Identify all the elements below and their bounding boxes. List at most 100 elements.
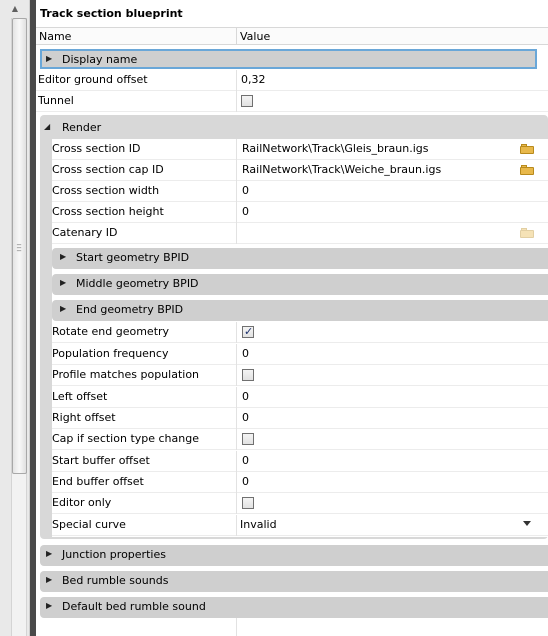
value-separator bbox=[236, 223, 237, 244]
value-column-line bbox=[236, 618, 237, 636]
special-curve-select[interactable]: Invalid bbox=[240, 518, 277, 531]
prop-catenary-id[interactable]: Catenary ID bbox=[52, 223, 548, 244]
expand-icon[interactable]: ▶ bbox=[60, 278, 66, 287]
cross-section-id-field[interactable]: RailNetwork\Track\Gleis_braun.igs bbox=[242, 142, 428, 155]
prop-label: Cap if section type change bbox=[52, 432, 199, 445]
prop-label: Cross section cap ID bbox=[52, 163, 164, 176]
checkmark-icon: ✓ bbox=[244, 325, 254, 338]
expand-icon[interactable]: ▶ bbox=[46, 54, 52, 63]
value-separator bbox=[236, 344, 237, 365]
name-column-header[interactable]: Name bbox=[39, 30, 71, 43]
prop-cap-if-section-type-change[interactable]: Cap if section type change bbox=[52, 429, 548, 450]
category-label: End geometry BPID bbox=[76, 303, 184, 316]
collapse-icon[interactable]: ◢ bbox=[44, 122, 50, 131]
browse-folder-icon[interactable] bbox=[520, 227, 534, 238]
category-label: Start geometry BPID bbox=[76, 251, 190, 264]
category-default-bed-rumble-sound[interactable]: ▶ Default bed rumble sound bbox=[40, 597, 548, 618]
value-separator bbox=[236, 387, 237, 408]
cross-section-height-field[interactable]: 0 bbox=[242, 205, 249, 218]
prop-label: Special curve bbox=[52, 518, 126, 531]
editor-ground-offset-field[interactable]: 0,32 bbox=[241, 73, 266, 86]
value-separator bbox=[236, 408, 237, 429]
prop-label: Population frequency bbox=[52, 347, 169, 360]
prop-cross-section-width[interactable]: Cross section width 0 bbox=[52, 181, 548, 202]
value-separator bbox=[236, 451, 237, 472]
population-frequency-field[interactable]: 0 bbox=[242, 347, 249, 360]
cap-if-section-type-change-checkbox[interactable] bbox=[242, 433, 254, 445]
value-separator bbox=[236, 70, 237, 91]
end-buffer-offset-field[interactable]: 0 bbox=[242, 475, 249, 488]
prop-cross-section-cap-id[interactable]: Cross section cap ID RailNetwork\Track\W… bbox=[52, 160, 548, 181]
category-label: Bed rumble sounds bbox=[62, 574, 169, 587]
prop-rotate-end-geometry[interactable]: Rotate end geometry ✓ bbox=[52, 322, 548, 343]
category-end-geometry[interactable]: ▶ End geometry BPID bbox=[52, 300, 548, 321]
property-grid: Track section blueprint Name Value ▶ Dis… bbox=[36, 0, 548, 636]
start-buffer-offset-field[interactable]: 0 bbox=[242, 454, 249, 467]
browse-folder-icon[interactable] bbox=[520, 143, 534, 154]
column-separator[interactable] bbox=[236, 28, 237, 45]
category-middle-geometry[interactable]: ▶ Middle geometry BPID bbox=[52, 274, 548, 295]
expand-icon[interactable]: ▶ bbox=[60, 252, 66, 261]
prop-label: Cross section width bbox=[52, 184, 160, 197]
value-separator bbox=[236, 202, 237, 223]
value-column-header[interactable]: Value bbox=[240, 30, 270, 43]
chevron-down-icon[interactable] bbox=[523, 521, 531, 526]
prop-label: Profile matches population bbox=[52, 368, 200, 381]
prop-label: End buffer offset bbox=[52, 475, 144, 488]
value-separator bbox=[236, 515, 237, 536]
category-junction-properties[interactable]: ▶ Junction properties bbox=[40, 545, 548, 566]
editor-only-checkbox[interactable] bbox=[242, 497, 254, 509]
expand-icon[interactable]: ▶ bbox=[60, 304, 66, 313]
prop-label: Left offset bbox=[52, 390, 108, 403]
value-separator bbox=[236, 365, 237, 386]
expand-icon[interactable]: ▶ bbox=[46, 601, 52, 610]
prop-special-curve[interactable]: Special curve Invalid bbox=[52, 515, 548, 536]
browse-folder-icon[interactable] bbox=[520, 164, 534, 175]
prop-start-buffer-offset[interactable]: Start buffer offset 0 bbox=[52, 451, 548, 472]
expand-icon[interactable]: ▶ bbox=[46, 549, 52, 558]
vertical-scrollbar[interactable]: ▲ ‒ ‒ ‒ bbox=[0, 0, 30, 636]
prop-editor-ground-offset[interactable]: Editor ground offset 0,32 bbox=[36, 70, 548, 91]
category-label: Render bbox=[62, 121, 102, 134]
prop-label: Catenary ID bbox=[52, 226, 118, 239]
prop-population-frequency[interactable]: Population frequency 0 bbox=[52, 344, 548, 365]
value-separator bbox=[236, 493, 237, 514]
category-label: Default bed rumble sound bbox=[62, 600, 206, 613]
value-separator bbox=[236, 429, 237, 450]
prop-editor-only[interactable]: Editor only bbox=[52, 493, 548, 514]
prop-end-buffer-offset[interactable]: End buffer offset 0 bbox=[52, 472, 548, 493]
left-offset-field[interactable]: 0 bbox=[242, 390, 249, 403]
prop-label: Tunnel bbox=[38, 94, 74, 107]
prop-cross-section-height[interactable]: Cross section height 0 bbox=[52, 202, 548, 223]
profile-matches-population-checkbox[interactable] bbox=[242, 369, 254, 381]
category-start-geometry[interactable]: ▶ Start geometry BPID bbox=[52, 248, 548, 269]
right-offset-field[interactable]: 0 bbox=[242, 411, 249, 424]
category-display-name[interactable]: ▶ Display name bbox=[40, 49, 537, 69]
cross-section-cap-id-field[interactable]: RailNetwork\Track\Weiche_braun.igs bbox=[242, 163, 441, 176]
value-separator bbox=[236, 160, 237, 181]
prop-label: Cross section height bbox=[52, 205, 164, 218]
prop-label: Start buffer offset bbox=[52, 454, 150, 467]
value-separator bbox=[236, 472, 237, 493]
expand-icon[interactable]: ▶ bbox=[46, 575, 52, 584]
tunnel-checkbox[interactable] bbox=[241, 95, 253, 107]
prop-left-offset[interactable]: Left offset 0 bbox=[52, 387, 548, 408]
prop-profile-matches-population[interactable]: Profile matches population bbox=[52, 365, 548, 386]
rotate-end-geometry-checkbox[interactable]: ✓ bbox=[242, 325, 254, 338]
prop-label: Cross section ID bbox=[52, 142, 141, 155]
prop-tunnel[interactable]: Tunnel bbox=[36, 91, 548, 112]
prop-label: Editor ground offset bbox=[38, 73, 148, 86]
category-label: Middle geometry BPID bbox=[76, 277, 199, 290]
scroll-grip-icon: ‒ ‒ ‒ bbox=[16, 240, 22, 255]
category-bed-rumble-sounds[interactable]: ▶ Bed rumble sounds bbox=[40, 571, 548, 592]
category-label: Junction properties bbox=[62, 548, 166, 561]
column-header: Name Value bbox=[36, 27, 548, 45]
value-separator bbox=[236, 139, 237, 160]
panel-title: Track section blueprint bbox=[40, 7, 183, 20]
scroll-up-arrow-icon[interactable]: ▲ bbox=[9, 2, 21, 16]
prop-label: Rotate end geometry bbox=[52, 325, 170, 338]
category-render[interactable]: ◢ Render bbox=[40, 118, 548, 139]
cross-section-width-field[interactable]: 0 bbox=[242, 184, 249, 197]
prop-cross-section-id[interactable]: Cross section ID RailNetwork\Track\Gleis… bbox=[52, 139, 548, 160]
prop-right-offset[interactable]: Right offset 0 bbox=[52, 408, 548, 429]
